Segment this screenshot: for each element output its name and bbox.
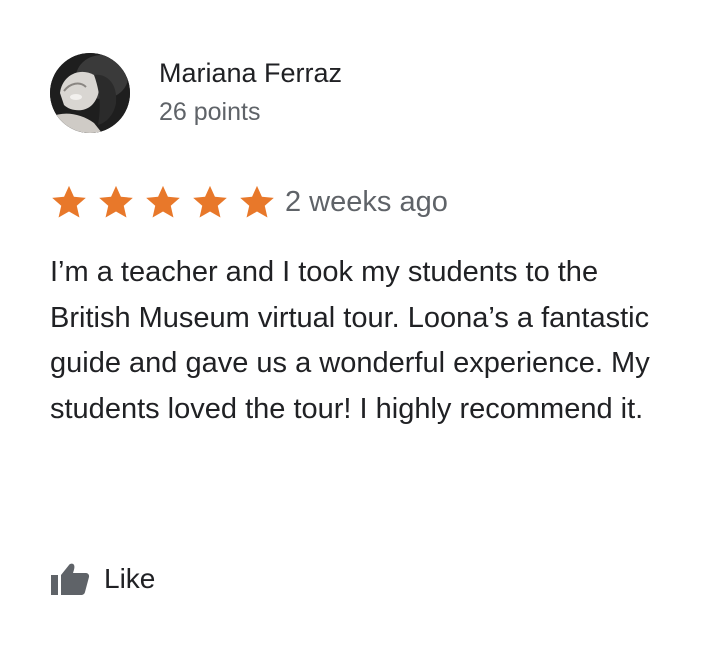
thumbs-up-icon	[50, 562, 90, 596]
star-icon	[144, 183, 182, 221]
star-rating	[50, 183, 285, 221]
author-avatar[interactable]	[50, 53, 130, 133]
rating-row: 2 weeks ago	[50, 180, 448, 224]
star-icon	[97, 183, 135, 221]
like-label: Like	[104, 563, 156, 594]
star-icon	[238, 183, 276, 221]
author-points: 26 points	[159, 98, 261, 126]
author-name[interactable]: Mariana Ferraz	[159, 58, 342, 89]
star-icon	[191, 183, 229, 221]
like-button[interactable]: Like	[50, 559, 155, 599]
star-icon	[50, 183, 88, 221]
avatar-photo-icon	[50, 53, 130, 133]
review-card: Mariana Ferraz 26 points 2 weeks ago I’m…	[0, 0, 720, 657]
review-text: I’m a teacher and I took my students to …	[50, 256, 650, 425]
review-date: 2 weeks ago	[285, 185, 448, 218]
